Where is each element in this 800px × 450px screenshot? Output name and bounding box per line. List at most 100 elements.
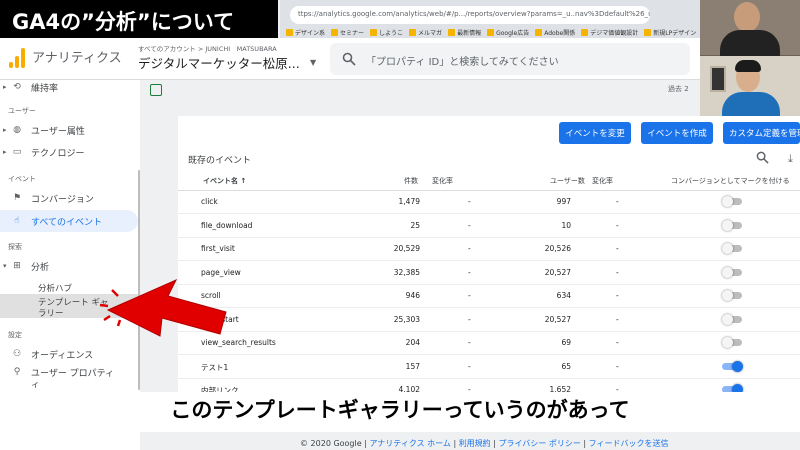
- table-row[interactable]: click 1,479 - 997 -: [178, 191, 800, 214]
- count-cell: 20,529: [393, 244, 420, 253]
- bookmark-item[interactable]: デザイン系: [286, 28, 325, 37]
- analytics-logo-icon[interactable]: [8, 46, 26, 68]
- column-header-users-change[interactable]: 変化率: [592, 176, 613, 186]
- count-change-cell: -: [468, 244, 471, 253]
- bookmark-item[interactable]: デジマ価値観設計: [581, 28, 638, 37]
- table-row[interactable]: view_search_results 204 - 69 -: [178, 332, 800, 355]
- sidebar-item-user-property[interactable]: ⚲ ユーザー プロパティ: [0, 365, 138, 379]
- footer-link-privacy[interactable]: プライバシー ポリシー: [498, 439, 580, 448]
- conversion-toggle[interactable]: [722, 337, 742, 348]
- conversion-toggle[interactable]: [722, 196, 742, 207]
- chevron-down-icon[interactable]: ▼: [310, 58, 316, 67]
- chevron-right-icon: ▸: [3, 83, 7, 91]
- conversion-toggle[interactable]: [722, 360, 743, 372]
- sidebar-item-retention[interactable]: ▸ ⟲ 維持率: [0, 76, 138, 98]
- sidebar-item-template-gallery[interactable]: テンプレート ギャ ラリー: [0, 294, 138, 319]
- section-label-user: ユーザー: [8, 107, 36, 115]
- event-name-cell[interactable]: page_view: [201, 268, 241, 277]
- search-icon[interactable]: [756, 151, 769, 164]
- conversion-toggle[interactable]: [722, 243, 742, 254]
- sidebar-item-technology[interactable]: ▸ ▭ テクノロジー: [0, 141, 138, 163]
- sidebar-item-label: ラリー: [38, 309, 64, 319]
- column-header-count[interactable]: 件数: [404, 176, 418, 186]
- property-selector[interactable]: デジタルマーケッター松原...: [138, 53, 300, 72]
- download-icon[interactable]: ⤓: [788, 152, 793, 166]
- conversion-toggle[interactable]: [722, 219, 742, 231]
- event-name-cell[interactable]: view_search_results: [201, 338, 276, 347]
- bookmark-item[interactable]: しようこ: [370, 28, 403, 37]
- section-label-explore: 探索: [8, 243, 22, 251]
- calendar-icon[interactable]: [150, 84, 162, 96]
- column-header-count-change[interactable]: 変化率: [432, 176, 453, 186]
- ga-header: アナリティクス すべてのアカウント > JUNICHI MATSUBARA デジ…: [0, 38, 700, 80]
- count-cell: 157: [405, 361, 420, 371]
- sidebar-item-label: ユーザー属性: [31, 126, 85, 137]
- sidebar-item-conversion[interactable]: ⚑ コンバージョン: [0, 187, 138, 209]
- footer-link-feedback[interactable]: フィードバックを送信: [589, 439, 669, 448]
- app-name: アナリティクス: [32, 51, 122, 66]
- event-name-cell[interactable]: テスト1: [201, 362, 228, 373]
- bookmark-item[interactable]: セミナー: [331, 28, 364, 37]
- event-name-cell[interactable]: first_visit: [201, 244, 235, 253]
- users-cell: 20,526: [544, 244, 571, 253]
- account-breadcrumb[interactable]: すべてのアカウント > JUNICHI MATSUBARA: [138, 43, 277, 53]
- globe-icon: ◍: [13, 125, 21, 135]
- manage-custom-definitions-button[interactable]: カスタム定義を管理: [723, 122, 800, 144]
- page-footer: © 2020 Google | アナリティクス ホーム | 利用規約 | プライ…: [300, 439, 669, 448]
- bookmarks-bar: デザイン系 セミナー しようこ メルマガ 最新情報 Google広告 Adobe関係 デジマ価…: [280, 25, 700, 39]
- bookmark-item[interactable]: 最新情報: [448, 28, 481, 37]
- video-subtitle: このテンプレートギャラリーっていうのがあって: [170, 398, 630, 422]
- bookmark-item[interactable]: Adobe関係: [535, 28, 575, 37]
- create-event-button[interactable]: イベントを作成: [641, 122, 713, 144]
- conversion-toggle[interactable]: [722, 266, 742, 278]
- sidebar-item-analysis[interactable]: ▾ ⊞ 分析: [0, 255, 138, 277]
- section-label-event: イベント: [8, 175, 36, 183]
- count-cell: 25,303: [393, 314, 420, 324]
- footer-link-analytics-home[interactable]: アナリティクス ホーム: [369, 439, 450, 448]
- column-header-event-name[interactable]: イベント名 ↑: [203, 176, 246, 186]
- users-cell: 20,527: [544, 314, 571, 324]
- table-row[interactable]: file_download 25 - 10 -: [178, 215, 800, 238]
- count-change-cell: -: [468, 361, 471, 371]
- bookmark-item[interactable]: Google広告: [487, 28, 529, 37]
- conversion-toggle[interactable]: [722, 313, 742, 325]
- sidebar-item-label: オーディエンス: [31, 350, 94, 361]
- count-cell: 946: [405, 291, 420, 300]
- users-change-cell: -: [616, 361, 619, 371]
- audience-icon: ⚇: [12, 349, 22, 359]
- table-row[interactable]: ...on_start 25,303 - 20,527 -: [178, 309, 800, 332]
- table-row[interactable]: page_view 32,385 - 20,527 -: [178, 262, 800, 285]
- address-bar[interactable]: ttps://analytics.google.com/analytics/we…: [290, 6, 650, 24]
- table-title: 既存のイベント: [188, 156, 252, 166]
- event-name-cell[interactable]: ...on_start: [201, 315, 239, 324]
- table-row[interactable]: first_visit 20,529 - 20,526 -: [178, 238, 800, 261]
- users-change-cell: -: [616, 291, 619, 300]
- event-name-cell[interactable]: click: [201, 197, 218, 206]
- conversion-toggle[interactable]: [722, 290, 742, 301]
- event-name-cell[interactable]: scroll: [201, 291, 221, 300]
- bookmark-item[interactable]: メルマガ: [409, 28, 442, 37]
- analysis-icon: ⊞: [13, 261, 21, 271]
- sidebar-item-label: コンバージョン: [31, 194, 94, 205]
- date-range[interactable]: 過去 2: [668, 84, 689, 94]
- sidebar-item-analysis-hub[interactable]: 分析ハブ: [38, 282, 72, 294]
- sidebar-item-audience[interactable]: ⚇ オーディエンス: [0, 343, 138, 365]
- event-name-cell[interactable]: file_download: [201, 221, 252, 230]
- table-row[interactable]: テスト1 157 - 65 -: [178, 356, 800, 379]
- search-input[interactable]: 「プロパティ ID」と検索してみてください: [330, 43, 690, 75]
- column-header-mark-conversion: コンバージョンとしてマークを付ける: [671, 177, 790, 185]
- modify-event-button[interactable]: イベントを変更: [559, 122, 631, 144]
- count-change-cell: -: [468, 314, 471, 324]
- section-label-settings: 設定: [8, 331, 22, 339]
- column-header-users[interactable]: ユーザー数: [550, 176, 585, 186]
- sidebar-item-label: ユーザー プロパティ: [31, 368, 115, 379]
- sidebar-item-label: 維持率: [31, 83, 59, 94]
- retention-icon: ⟲: [13, 82, 21, 92]
- sidebar-item-user-attributes[interactable]: ▸ ◍ ユーザー属性: [0, 119, 138, 141]
- sidebar-item-all-events[interactable]: ☝ すべてのイベント: [0, 210, 138, 232]
- count-change-cell: -: [468, 220, 471, 230]
- search-placeholder: 「プロパティ ID」と検索してみてください: [366, 57, 559, 68]
- table-row[interactable]: scroll 946 - 634 -: [178, 285, 800, 308]
- bookmark-item[interactable]: 新規LPデザイン: [644, 28, 696, 37]
- footer-link-terms[interactable]: 利用規約: [459, 439, 491, 448]
